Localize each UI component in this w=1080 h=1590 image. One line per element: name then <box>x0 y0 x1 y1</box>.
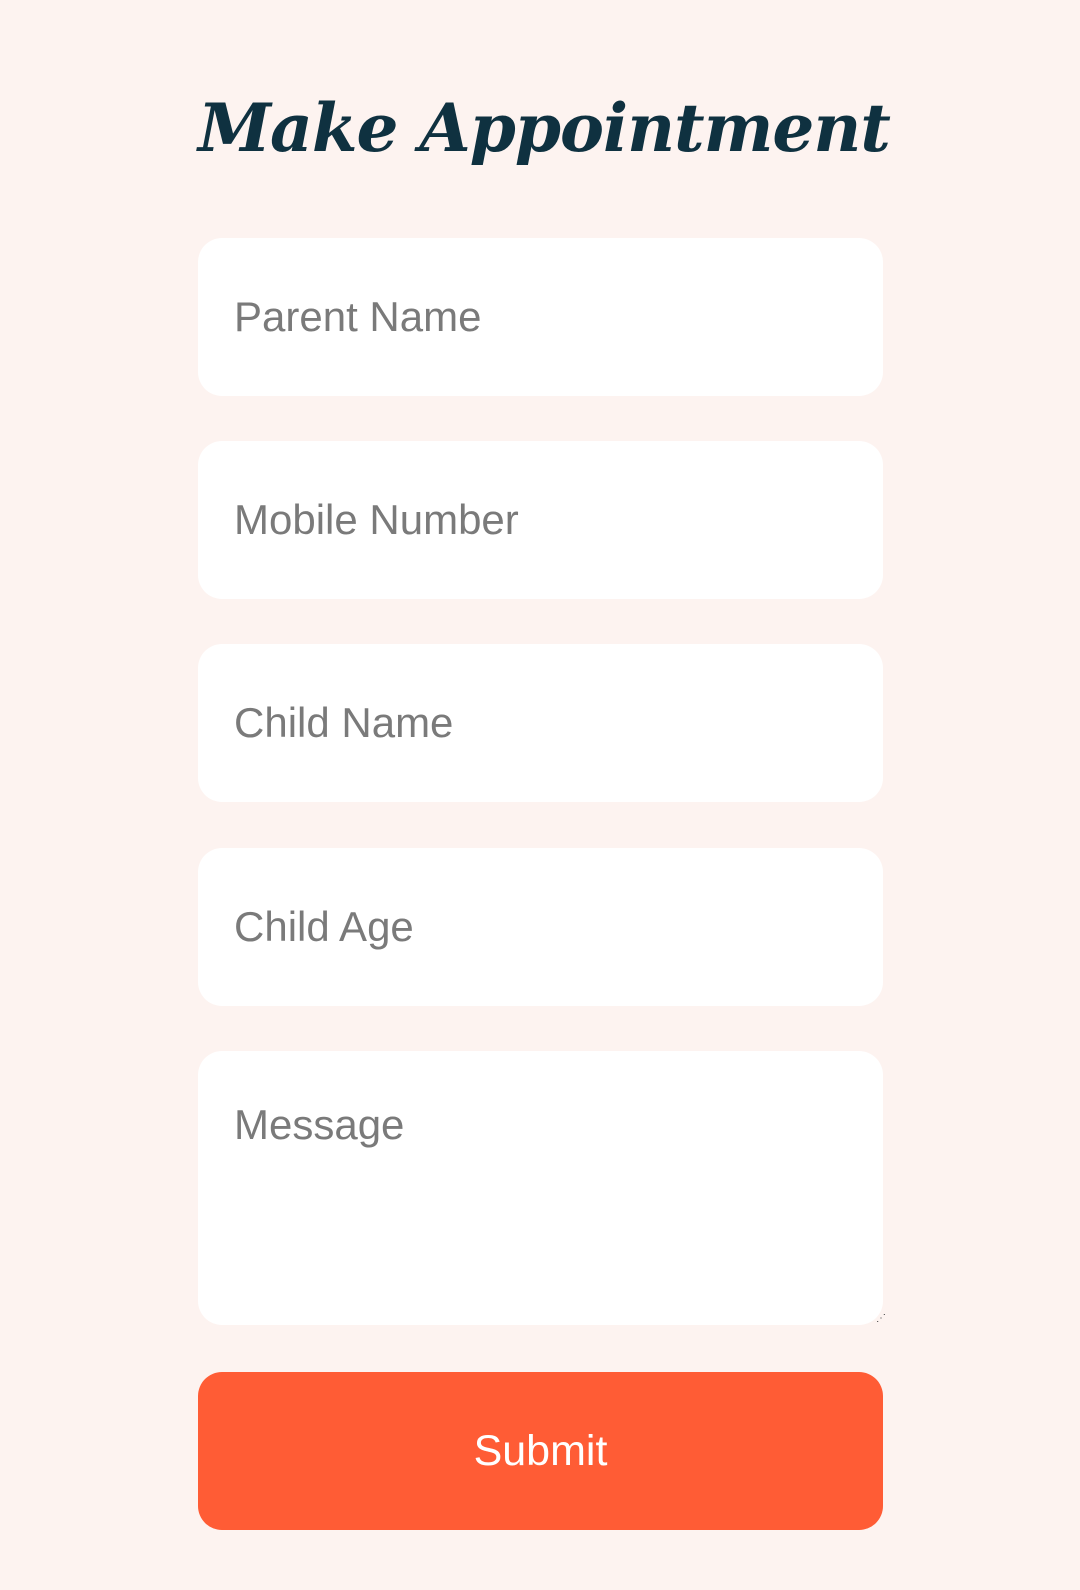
parent-name-input[interactable] <box>198 238 883 396</box>
message-textarea[interactable] <box>198 1051 883 1325</box>
resize-handle-icon[interactable]: ⋰ <box>876 1314 886 1324</box>
child-name-input[interactable] <box>198 644 883 802</box>
submit-button[interactable]: Submit <box>198 1372 883 1530</box>
child-age-input[interactable] <box>198 848 883 1006</box>
mobile-number-input[interactable] <box>198 441 883 599</box>
page-title: Make Appointment <box>198 89 891 167</box>
